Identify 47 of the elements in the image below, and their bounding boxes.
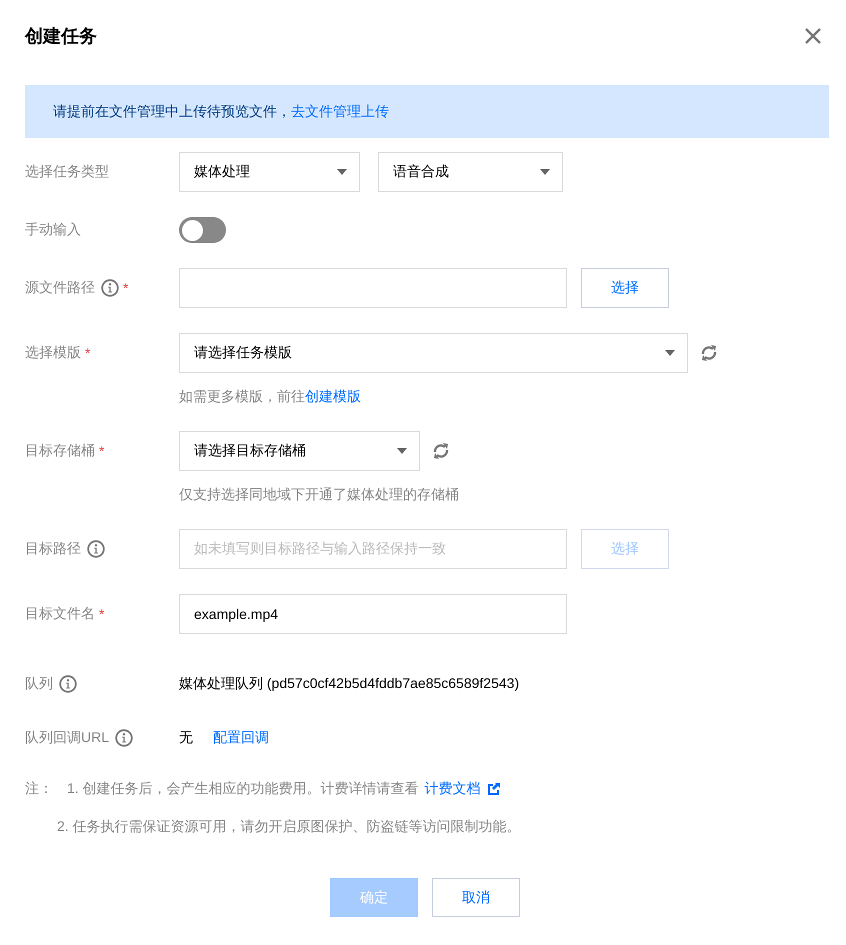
pricing-link[interactable]: 计费文档 (424, 780, 481, 798)
field-label: 目标文件名 (25, 605, 95, 623)
hint-text: 如需更多模版，前往创建模版 (179, 388, 362, 406)
note-text: 1. 创建任务后，会产生相应的功能费用。计费详情请查看 (67, 780, 419, 798)
configure-link[interactable]: 配置回调 (213, 729, 269, 747)
info-icon[interactable] (87, 540, 105, 558)
external-link-icon[interactable] (486, 782, 501, 796)
field-label: 目标存储桶 (25, 442, 95, 460)
hint-text: 仅支持选择同地域下开通了媒体处理的存储桶 (179, 486, 459, 504)
required-mark: * (85, 345, 90, 361)
toggle-switch[interactable] (179, 217, 226, 243)
close-button[interactable] (804, 27, 822, 45)
note-label: 注： (25, 780, 53, 798)
field-value: 无 (179, 729, 193, 747)
input-field[interactable]: example.mp4 (179, 594, 567, 634)
info-icon[interactable] (101, 279, 119, 297)
upload-link[interactable]: 去文件管理上传 (291, 102, 389, 118)
dropdown[interactable]: 语音合成 (378, 152, 563, 192)
refresh-icon[interactable] (700, 343, 718, 363)
refresh-icon[interactable] (432, 441, 450, 461)
field-label: 队列回调URL (25, 729, 110, 747)
field-label: 选择模版 (25, 344, 81, 362)
field-label: 手动输入 (25, 221, 81, 239)
notice-text: 请提前在文件管理中上传待预览文件，去文件管理上传 (53, 102, 389, 120)
caret-icon (540, 169, 550, 175)
dropdown[interactable]: 请选择目标存储桶 (179, 431, 420, 471)
dropdown[interactable]: 请选择任务模版 (179, 333, 688, 373)
required-mark: * (99, 443, 104, 459)
input-field[interactable] (179, 268, 567, 308)
field-label: 目标路径 (25, 540, 81, 558)
caret-icon (665, 350, 675, 356)
dropdown[interactable]: 媒体处理 (179, 152, 360, 192)
select-button[interactable]: 选择 (581, 268, 669, 308)
caret-icon (397, 448, 407, 454)
caret-icon (337, 169, 347, 175)
field-label: 队列 (25, 675, 53, 693)
field-label: 选择任务类型 (25, 163, 109, 181)
create-link[interactable]: 创建模版 (305, 388, 361, 404)
note-text: 2. 任务执行需保证资源可用，请勿开启原图保护、防盗链等访问限制功能。 (57, 818, 521, 836)
required-mark: * (99, 606, 104, 622)
required-mark: * (123, 280, 128, 296)
field-label: 源文件路径 (25, 279, 95, 297)
dialog-title: 创建任务 (25, 25, 97, 48)
field-value: 媒体处理队列 (pd57c0cf42b5d4fddb7ae85c6589f2543) (179, 675, 520, 693)
info-icon[interactable] (59, 675, 77, 693)
cancel-button[interactable]: 取消 (432, 878, 520, 917)
info-icon[interactable] (115, 729, 134, 747)
